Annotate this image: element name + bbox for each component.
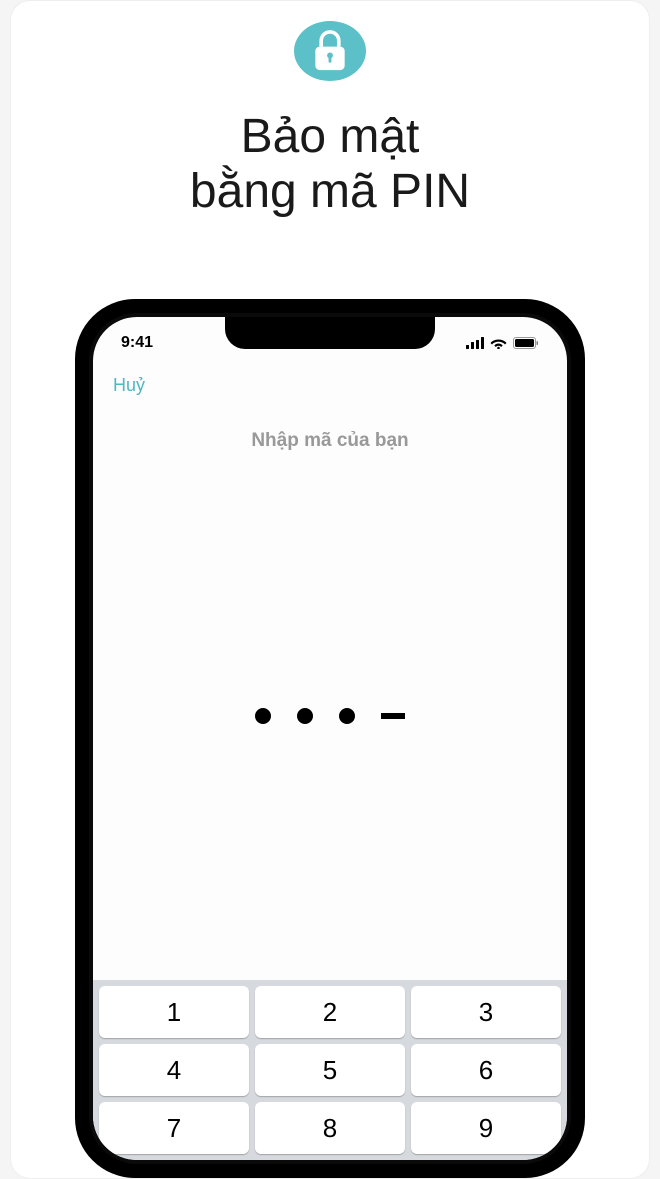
battery-icon [513,337,539,349]
phone-notch [225,317,435,349]
key-4[interactable]: 4 [99,1044,249,1096]
nav-bar: Huỷ [93,361,567,396]
key-1[interactable]: 1 [99,986,249,1038]
key-2[interactable]: 2 [255,986,405,1038]
pin-dot-3 [339,708,355,724]
numeric-keypad: 1 2 3 4 5 6 7 8 9 [93,980,567,1160]
pin-indicators [93,452,567,980]
lock-icon [294,21,366,81]
status-time: 9:41 [121,334,181,352]
phone-inner: 9:41 [89,313,571,1164]
key-8[interactable]: 8 [255,1102,405,1154]
promo-title-line-2: bằng mã PIN [190,165,470,218]
prompt-area: Nhập mã của bạn [93,396,567,452]
phone-frame: 9:41 [75,299,585,1178]
key-7[interactable]: 7 [99,1102,249,1154]
wifi-icon [490,337,507,349]
keypad-row-1: 1 2 3 [99,986,561,1038]
prompt-text: Nhập mã của bạn [93,430,567,452]
cellular-icon [466,337,484,349]
status-indicators [466,337,539,349]
pin-placeholder-4 [381,713,405,719]
key-6[interactable]: 6 [411,1044,561,1096]
key-5[interactable]: 5 [255,1044,405,1096]
promo-title-line-1: Bảo mật [241,110,420,163]
promo-title: Bảo mật bằng mã PIN [190,109,470,219]
phone-screen: 9:41 [93,317,567,1160]
pin-dot-1 [255,708,271,724]
key-9[interactable]: 9 [411,1102,561,1154]
promo-card: Bảo mật bằng mã PIN 9:41 [10,0,650,1179]
key-3[interactable]: 3 [411,986,561,1038]
keypad-row-2: 4 5 6 [99,1044,561,1096]
pin-dot-2 [297,708,313,724]
cancel-button[interactable]: Huỷ [113,375,145,395]
keypad-row-3: 7 8 9 [99,1102,561,1154]
